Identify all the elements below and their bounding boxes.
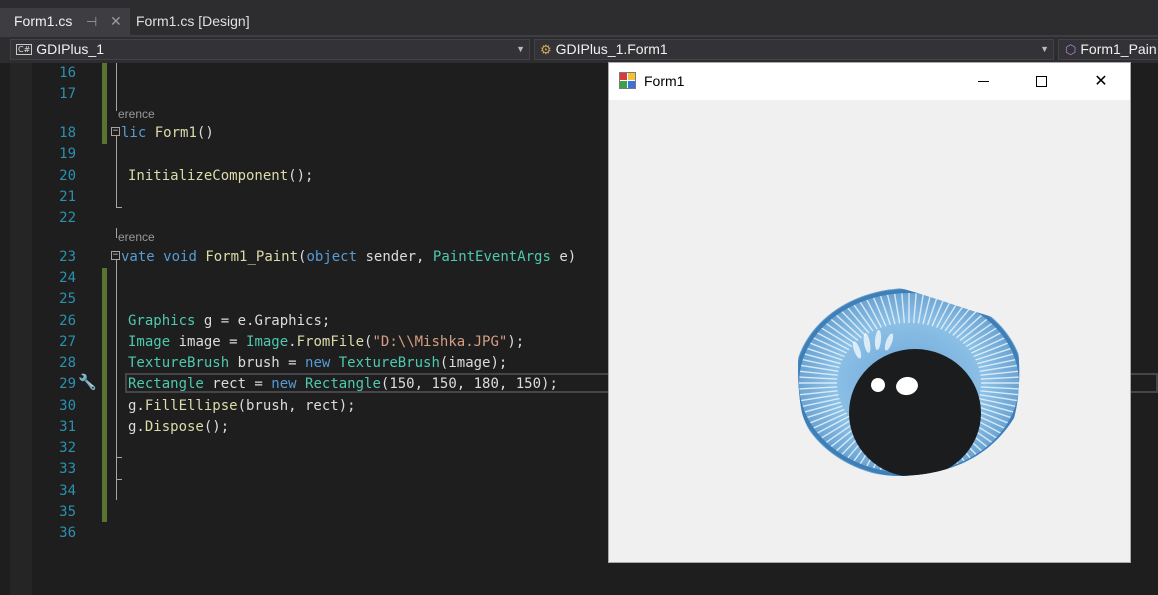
code-line[interactable]: TextureBrush brush = new TextureBrush(im… <box>128 354 507 372</box>
line-number: 29 <box>59 376 76 392</box>
code-token: Dispose <box>144 419 204 435</box>
line-number: 20 <box>59 168 76 184</box>
line-number: 17 <box>59 86 76 102</box>
codelens-references[interactable]: erence <box>118 107 155 121</box>
project-name: GDIPlus_1 <box>36 41 104 57</box>
code-token: Graphics <box>128 313 196 329</box>
code-token: Rectangle <box>128 376 204 392</box>
method-cube-icon: ⬡ <box>1065 42 1077 57</box>
outline-line <box>116 63 117 111</box>
document-tab-strip: Form1.cs ⊣ ✕ Form1.cs [Design] <box>0 0 1158 35</box>
code-line[interactable]: Rectangle rect = new Rectangle(150, 150,… <box>128 375 558 393</box>
tab-label: Form1.cs <box>14 13 73 29</box>
line-number: 30 <box>59 398 76 414</box>
code-token: Image <box>246 334 289 350</box>
texture-brush-fill <box>798 283 1020 476</box>
code-token: lic <box>121 125 147 141</box>
line-number: 21 <box>59 189 76 205</box>
project-dropdown[interactable]: C# GDIPlus_1 ▼ <box>10 39 530 60</box>
collapse-icon[interactable]: − <box>111 251 120 260</box>
painted-eye-ellipse <box>798 283 1020 476</box>
line-number: 31 <box>59 419 76 435</box>
code-token: FillEllipse <box>144 398 238 414</box>
line-number: 25 <box>59 291 76 307</box>
csharp-project-icon: C# <box>16 44 33 55</box>
line-number: 27 <box>59 334 76 350</box>
codelens-references[interactable]: erence <box>118 230 155 244</box>
code-line[interactable]: Graphics g = e.Graphics; <box>128 312 330 330</box>
line-number: 19 <box>59 146 76 162</box>
pin-icon[interactable]: ⊣ <box>86 8 97 35</box>
code-token: TextureBrush <box>338 355 440 371</box>
tab-form1-design[interactable]: Form1.cs [Design] <box>130 8 270 35</box>
code-line[interactable]: g.Dispose(); <box>128 418 229 436</box>
class-name: GDIPlus_1.Form1 <box>555 41 668 57</box>
code-token: InitializeComponent <box>128 168 289 184</box>
code-line[interactable]: vate void Form1_Paint(object sender, Pai… <box>121 248 576 266</box>
outline-line <box>116 136 117 208</box>
code-token: PaintEventArgs <box>432 249 551 265</box>
outline-line <box>116 260 117 500</box>
indicator-margin <box>10 63 32 595</box>
code-token: Form1_Paint <box>205 249 299 265</box>
line-number: 32 <box>59 440 76 456</box>
code-token: "D:\\Mishka.JPG" <box>372 334 508 350</box>
member-dropdown[interactable]: ⬡ Form1_Pain <box>1058 39 1158 60</box>
member-name: Form1_Pain <box>1080 41 1157 57</box>
chevron-down-icon: ▼ <box>516 44 525 54</box>
line-number: 24 <box>59 270 76 286</box>
navigation-bar: C# GDIPlus_1 ▼ ⚙ GDIPlus_1.Form1 ▼ ⬡ Form1_… <box>0 37 1158 64</box>
code-token: FromFile <box>296 334 365 350</box>
code-line[interactable]: g.FillEllipse(brush, rect); <box>128 397 356 415</box>
line-number: 34 <box>59 483 76 499</box>
code-token: vate <box>121 249 155 265</box>
line-number: 33 <box>59 461 76 477</box>
eye-highlight-small <box>871 378 885 392</box>
outline-line <box>116 228 117 238</box>
outline-end <box>116 457 122 458</box>
code-token: TextureBrush <box>128 355 230 371</box>
line-number: 18 <box>59 125 76 141</box>
line-number: 16 <box>59 65 76 81</box>
code-token: new <box>305 355 331 371</box>
change-indicator <box>102 63 107 144</box>
code-line[interactable]: Image image = Image.FromFile("D:\\Mishka… <box>128 333 524 351</box>
code-line[interactable]: InitializeComponent(); <box>128 167 313 185</box>
line-number: 22 <box>59 210 76 226</box>
pupil-shape <box>849 349 981 476</box>
code-token: object <box>306 249 358 265</box>
code-token: Rectangle <box>305 376 381 392</box>
screwdriver-icon[interactable]: 🔧 <box>78 373 97 391</box>
tab-form1-cs[interactable]: Form1.cs ⊣ ✕ <box>0 8 130 35</box>
close-icon[interactable]: ✕ <box>110 8 122 35</box>
change-indicator <box>102 268 107 522</box>
code-token: void <box>163 249 197 265</box>
line-number: 28 <box>59 355 76 371</box>
line-number: 26 <box>59 313 76 329</box>
namespace-class-icon: ⚙ <box>540 42 552 57</box>
form1-window[interactable]: Form1 ✕ <box>608 62 1131 563</box>
code-token: Form1 <box>154 125 197 141</box>
line-number: 23 <box>59 249 76 265</box>
outline-end <box>116 479 122 480</box>
class-dropdown[interactable]: ⚙ GDIPlus_1.Form1 ▼ <box>534 39 1054 60</box>
code-token: Image <box>128 334 171 350</box>
code-line[interactable]: lic Form1() <box>121 124 214 142</box>
chevron-down-icon: ▼ <box>1040 44 1049 54</box>
line-number: 36 <box>59 525 76 541</box>
line-number: 35 <box>59 504 76 520</box>
tab-label: Form1.cs [Design] <box>136 13 250 29</box>
outline-end <box>116 207 122 208</box>
collapse-icon[interactable]: − <box>111 127 120 136</box>
code-token: new <box>271 376 297 392</box>
